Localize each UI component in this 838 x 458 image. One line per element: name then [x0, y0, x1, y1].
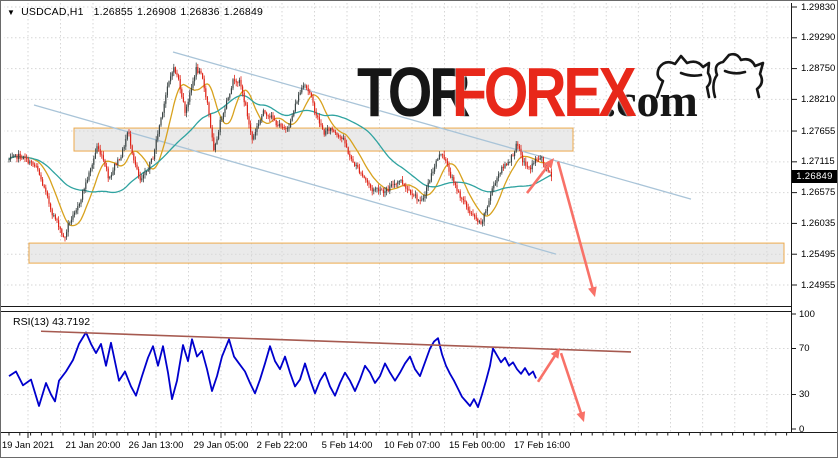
price-axis-label: 1.28750	[801, 63, 836, 75]
price-axis-label: 1.29290	[801, 32, 836, 44]
sell-down-arrow[interactable]	[556, 161, 595, 293]
logo-text-tor: TOR	[357, 53, 471, 131]
ohlc-low: 1.26836	[180, 6, 220, 18]
price-axis-label: 1.26575	[801, 187, 836, 199]
rsi-axis-label: 70	[799, 343, 810, 354]
torforex-logo: TORFOREX.com	[357, 57, 698, 127]
chart-window: ▼ USDCAD,H1 1.26855 1.26908 1.26836 1.26849 T…	[0, 0, 838, 458]
rsi-down-arrow[interactable]	[559, 352, 584, 418]
price-axis-label: 1.27655	[801, 125, 836, 137]
time-axis-label: 17 Feb 16:00	[514, 440, 570, 451]
ohlc-high: 1.26908	[136, 6, 177, 18]
price-axis-label: 1.26035	[801, 217, 836, 229]
sell-down-arrow-head	[588, 286, 597, 298]
resistance-zone	[73, 127, 574, 152]
rsi-down-arrow-head	[576, 411, 586, 423]
rsi-indicator-label: RSI(13) 43.7192	[13, 316, 91, 328]
price-axis-label: 1.28210	[801, 93, 836, 105]
time-axis[interactable]: 19 Jan 2021 21 Jan 20:00 26 Jan 13:00 29 Ja…	[1, 432, 837, 457]
rsi-up-arrow[interactable]	[536, 351, 559, 383]
panel-separator[interactable]	[1, 306, 791, 312]
bull-bear-icon	[655, 52, 765, 99]
support-zone	[28, 242, 785, 264]
ohlc-close: 1.26849	[223, 6, 264, 18]
rsi-axis[interactable]: 100 70 30 0	[791, 308, 837, 435]
rsi-axis-label: 100	[799, 308, 815, 320]
price-axis-label: 1.25495	[801, 248, 836, 260]
symbol-dropdown-icon[interactable]: ▼	[7, 8, 15, 17]
logo-text-forex: FOREX	[451, 53, 637, 131]
symbol-info: ▼ USDCAD,H1 1.26855 1.26908 1.26836 1.26849	[7, 6, 267, 18]
current-price-tag: 1.26849	[792, 170, 837, 184]
price-axis-label: 1.29830	[801, 1, 836, 13]
price-axis-label: 1.24955	[801, 279, 836, 291]
rsi-line	[8, 331, 537, 409]
symbol-name: USDCAD,H1	[21, 6, 84, 18]
price-axis-label: 1.27115	[801, 156, 835, 168]
rsi-axis-label: 30	[799, 389, 810, 400]
ohlc-open: 1.26855	[93, 6, 133, 18]
